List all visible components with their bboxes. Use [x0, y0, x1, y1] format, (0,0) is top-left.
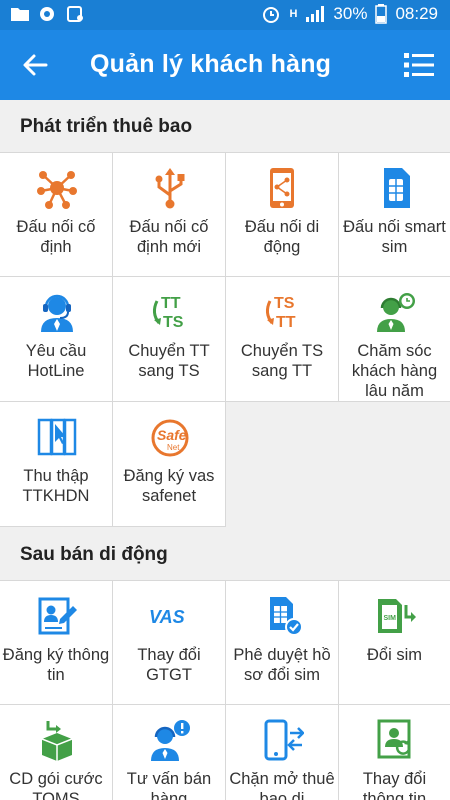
- battery-icon: [375, 4, 388, 24]
- svg-text:VAS: VAS: [149, 607, 185, 627]
- safenet-logo-icon: Safe Net: [151, 419, 189, 457]
- tile-change-info[interactable]: Thay đổi thông tin: [339, 705, 450, 800]
- tile-toms-package[interactable]: CD gói cước TOMS: [0, 705, 113, 800]
- headset-agent-icon: [41, 294, 73, 332]
- mobile-after-sales-grid: Đăng ký thông tin VAS Thay đổi GTGT Phê …: [0, 580, 450, 800]
- chat-icon: [40, 7, 54, 21]
- ts-tt-icon: TS TT: [265, 295, 296, 331]
- tile-register-info[interactable]: Đăng ký thông tin: [0, 580, 113, 705]
- app-bar: Quản lý khách hàng: [0, 30, 450, 100]
- svg-text:Safe: Safe: [157, 427, 187, 443]
- sim-swap-icon: SIM: [378, 599, 416, 633]
- usb-icon: [155, 168, 185, 209]
- tile-label: Phê duyệt hồ sơ đổi sim: [233, 646, 331, 684]
- tt-ts-icon: TT TS: [152, 295, 184, 331]
- tile-label: Yêu cầu HotLine: [25, 342, 87, 380]
- tile-label: Chuyển TS sang TT: [240, 342, 324, 380]
- tile-label: Đăng ký vas safenet: [123, 467, 215, 505]
- tile-fixed-connection[interactable]: Đấu nối cố định: [0, 152, 113, 277]
- tile-collect-enterprise-info[interactable]: Thu thập TTKHDN: [0, 402, 113, 527]
- svg-text:TS: TS: [274, 295, 295, 312]
- battery-percent: 30%: [333, 4, 368, 23]
- tile-new-fixed-connection[interactable]: Đấu nối cố định mới: [113, 152, 226, 277]
- svg-text:TS: TS: [163, 314, 184, 331]
- tile-label: Thay đổi thông tin: [362, 770, 427, 800]
- network-type: H: [289, 8, 298, 20]
- sim-card-icon: [384, 168, 410, 208]
- tile-label: Đấu nối cố định: [16, 218, 96, 256]
- tile-label: Chăm sóc khách hàng lâu năm: [351, 342, 438, 400]
- tile-label: Đấu nối smart sim: [343, 218, 446, 256]
- clock: 08:29: [395, 4, 438, 23]
- phone-transfer-icon: [264, 719, 304, 761]
- folder-icon: [11, 8, 29, 21]
- alarm-icon: [263, 7, 280, 23]
- tile-label: Chuyển TT sang TS: [128, 342, 210, 380]
- agent-clock-icon: [377, 293, 415, 332]
- tile-label: Đấu nối di động: [244, 218, 320, 256]
- tile-long-term-care[interactable]: Chăm sóc khách hàng lâu năm: [339, 277, 450, 402]
- tile-postpaid-to-prepaid[interactable]: TS TT Chuyển TS sang TT: [226, 277, 339, 402]
- documents-cursor-icon: [37, 418, 77, 456]
- tile-label: Tư vấn bán hàng: [126, 770, 212, 800]
- tile-label: Chặn mở thuê bao di: [229, 770, 335, 800]
- profile-edit-icon: [38, 597, 77, 635]
- notification-icons: [10, 5, 86, 23]
- svg-text:SIM: SIM: [384, 615, 397, 622]
- tile-hotline-request[interactable]: Yêu cầu HotLine: [0, 277, 113, 402]
- image-icon: [67, 6, 83, 22]
- tile-label: Đổi sim: [366, 646, 422, 664]
- signal-icon: [306, 6, 325, 22]
- tile-label: CD gói cước TOMS: [9, 770, 103, 800]
- tile-smart-sim[interactable]: Đấu nối smart sim: [339, 152, 450, 277]
- package-icon: [41, 721, 73, 761]
- tile-safenet-vas[interactable]: Safe Net Đăng ký vas safenet: [113, 402, 226, 527]
- tile-change-vas[interactable]: VAS Thay đổi GTGT: [113, 580, 226, 705]
- svg-text:TT: TT: [161, 295, 181, 312]
- tile-block-unblock-subscriber[interactable]: Chặn mở thuê bao di: [226, 705, 339, 800]
- vas-icon: VAS: [149, 607, 185, 627]
- agent-alert-icon: [151, 720, 190, 761]
- back-arrow-icon[interactable]: [20, 50, 50, 80]
- network-nodes-icon: [37, 171, 77, 209]
- svg-text:Net: Net: [167, 443, 180, 452]
- section-header-subscriber-development: Phát triển thuê bao: [0, 100, 450, 152]
- status-bar: H 30% 08:29: [0, 0, 450, 30]
- section-title: Phát triển thuê bao: [20, 116, 193, 137]
- tile-label: Thu thập TTKHDN: [22, 467, 90, 505]
- tile-sim-swap[interactable]: SIM Đổi sim: [339, 580, 450, 705]
- tile-label: Thay đổi GTGT: [137, 646, 201, 684]
- sim-approve-icon: [270, 597, 303, 636]
- section-header-mobile-after-sales: Sau bán di động: [0, 528, 450, 580]
- svg-text:TT: TT: [276, 314, 296, 331]
- page-title: Quản lý khách hàng: [90, 50, 332, 78]
- tile-prepaid-to-postpaid[interactable]: TT TS Chuyển TT sang TS: [113, 277, 226, 402]
- id-card-icon: [377, 719, 411, 759]
- system-status: H 30% 08:29: [261, 4, 438, 24]
- tile-sales-consulting[interactable]: Tư vấn bán hàng: [113, 705, 226, 800]
- mobile-share-icon: [270, 168, 294, 208]
- tile-label: Đăng ký thông tin: [2, 646, 110, 684]
- subscriber-development-grid: Đấu nối cố định Đấu nối cố định mới Đấu …: [0, 152, 450, 528]
- tile-approve-sim-swap[interactable]: Phê duyệt hồ sơ đổi sim: [226, 580, 339, 705]
- tile-mobile-connection[interactable]: Đấu nối di động: [226, 152, 339, 277]
- tile-label: Đấu nối cố định mới: [129, 218, 209, 256]
- list-menu-icon[interactable]: [404, 52, 434, 78]
- section-title: Sau bán di động: [20, 544, 168, 565]
